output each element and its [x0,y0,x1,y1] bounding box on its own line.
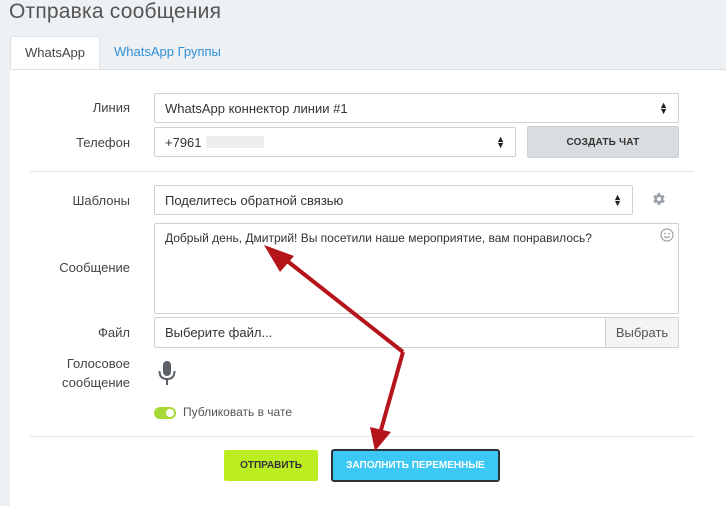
message-form-panel: Линия WhatsApp коннектор линии #1 ▲ ▼ Тел… [10,69,726,506]
message-label: Сообщение [59,260,130,275]
message-text: Добрый день, Дмитрий! Вы посетили наше м… [165,231,592,245]
templates-label: Шаблоны [72,193,131,208]
line-select-value: WhatsApp коннектор линии #1 [165,100,348,116]
choose-file-button[interactable]: Выбрать [605,318,678,347]
file-label: Файл [98,325,130,340]
send-button[interactable]: ОТПРАВИТЬ [224,450,318,481]
tab-bar: WhatsApp WhatsApp Группы [10,36,235,70]
templates-select[interactable]: Поделитесь обратной связью ▲ ▼ [154,185,633,215]
phone-select[interactable]: +7961 ▲ ▼ [154,127,516,157]
voice-label: Голосовое сообщение [10,354,130,392]
divider [30,171,694,172]
publish-toggle-knob [166,409,174,417]
select-arrows-icon: ▲ ▼ [496,134,505,150]
page-title: Отправка сообщения [9,0,222,23]
smiley-icon[interactable] [660,228,674,242]
microphone-icon[interactable] [158,360,176,386]
divider [30,436,694,437]
tab-whatsapp-groups[interactable]: WhatsApp Группы [100,36,235,70]
message-textarea[interactable]: Добрый день, Дмитрий! Вы посетили наше м… [154,223,679,314]
select-arrows-icon: ▲ ▼ [659,100,668,116]
voice-label-line2: сообщение [61,375,130,390]
create-chat-button[interactable]: СОЗДАТЬ ЧАТ [527,126,679,158]
line-select[interactable]: WhatsApp коннектор линии #1 ▲ ▼ [154,93,679,123]
file-placeholder: Выберите файл... [165,325,273,340]
gear-icon[interactable] [652,192,666,206]
publish-label: Публиковать в чате [183,405,292,419]
phone-mask [205,136,264,148]
file-input[interactable]: Выберите файл... Выбрать [154,317,679,348]
select-arrows-icon: ▲ ▼ [613,192,622,208]
fill-variables-button[interactable]: ЗАПОЛНИТЬ ПЕРЕМЕННЫЕ [331,449,500,482]
phone-label: Телефон [76,135,130,150]
templates-select-value: Поделитесь обратной связью [165,192,344,208]
publish-toggle[interactable] [154,407,176,419]
voice-label-line1: Голосовое [66,356,130,371]
line-label: Линия [92,100,130,115]
tab-whatsapp[interactable]: WhatsApp [10,36,100,70]
phone-select-value: +7961 [165,134,202,150]
